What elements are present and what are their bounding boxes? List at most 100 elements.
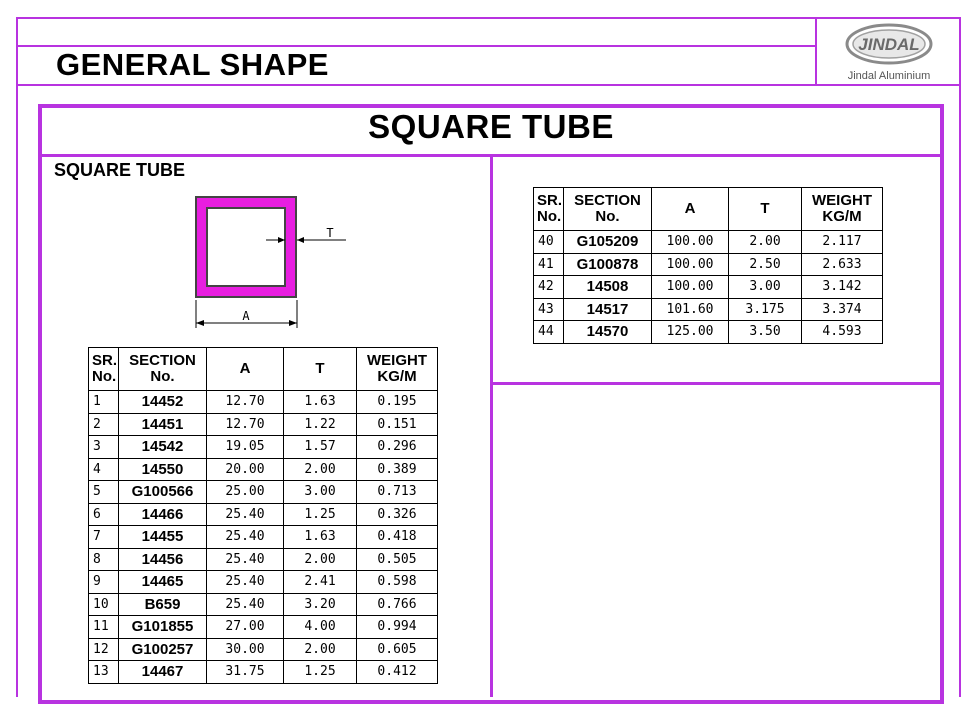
cell-weight: 2.633 — [801, 252, 883, 276]
cell-weight: 0.713 — [356, 480, 438, 504]
cell-t: 2.50 — [728, 252, 802, 276]
cell-a: 20.00 — [206, 457, 284, 481]
cell-section: G100878 — [563, 252, 652, 276]
col-sr-header: SR. No. — [533, 187, 564, 231]
cell-weight: 0.326 — [356, 502, 438, 526]
cell-section: 14455 — [118, 525, 207, 549]
cell-t: 2.00 — [283, 457, 357, 481]
table-row: 5 G100566 25.00 3.00 0.713 — [88, 480, 438, 504]
cell-sr: 3 — [88, 435, 119, 459]
cell-weight: 0.418 — [356, 525, 438, 549]
cell-sr: 9 — [88, 570, 119, 594]
cell-a: 27.00 — [206, 615, 284, 639]
cell-weight: 0.296 — [356, 435, 438, 459]
cell-a: 31.75 — [206, 660, 284, 684]
jindal-logo-icon: JINDAL — [845, 23, 933, 65]
cell-section: 14517 — [563, 297, 652, 321]
page-title: GENERAL SHAPE — [56, 47, 329, 82]
cell-a: 25.00 — [206, 480, 284, 504]
table-row: 8 14456 25.40 2.00 0.505 — [88, 547, 438, 571]
cell-section: 14451 — [118, 412, 207, 436]
cell-sr: 6 — [88, 502, 119, 526]
cell-sr: 10 — [88, 592, 119, 616]
col-sr-sublabel: No. — [92, 368, 117, 385]
table-row: 13 14467 31.75 1.25 0.412 — [88, 660, 438, 684]
cell-t: 1.25 — [283, 502, 357, 526]
right-panel-divider — [490, 382, 942, 385]
cell-sr: 41 — [533, 252, 564, 276]
table-row: 11 G101855 27.00 4.00 0.994 — [88, 615, 438, 639]
cell-weight: 0.605 — [356, 637, 438, 661]
logo-caption: Jindal Aluminium — [847, 70, 931, 82]
cell-section: 14466 — [118, 502, 207, 526]
col-weight-label: WEIGHT — [367, 352, 427, 369]
dim-a-arrow-left — [196, 320, 204, 326]
col-sr-label: SR. — [537, 192, 563, 209]
cell-t: 4.00 — [283, 615, 357, 639]
cell-section: 14542 — [118, 435, 207, 459]
col-t-header: T — [728, 187, 802, 231]
cell-weight: 3.374 — [801, 297, 883, 321]
cell-section: G105209 — [563, 230, 652, 254]
table-row: 4 14550 20.00 2.00 0.389 — [88, 457, 438, 481]
cell-section: G100257 — [118, 637, 207, 661]
cell-a: 30.00 — [206, 637, 284, 661]
table-row: 10 B659 25.40 3.20 0.766 — [88, 592, 438, 616]
cell-weight: 3.142 — [801, 275, 883, 299]
table-row: 12 G100257 30.00 2.00 0.605 — [88, 637, 438, 661]
table-header-row: SR. No. SECTION No. A T WEIGHT KG/M — [88, 347, 438, 391]
cell-t: 1.63 — [283, 390, 357, 414]
cell-sr: 2 — [88, 412, 119, 436]
cell-sr: 12 — [88, 637, 119, 661]
section-table-right: SR. No. SECTION No. A T WEIGHT KG/M 40 G1052… — [533, 187, 883, 344]
cell-weight: 4.593 — [801, 320, 883, 344]
cell-a: 25.40 — [206, 502, 284, 526]
cell-weight: 0.195 — [356, 390, 438, 414]
cell-section: 14508 — [563, 275, 652, 299]
cell-weight: 0.994 — [356, 615, 438, 639]
cell-weight: 0.412 — [356, 660, 438, 684]
table-row: 6 14466 25.40 1.25 0.326 — [88, 502, 438, 526]
cell-sr: 42 — [533, 275, 564, 299]
cell-section: B659 — [118, 592, 207, 616]
table-row: 1 14452 12.70 1.63 0.195 — [88, 390, 438, 414]
dim-t-label: T — [326, 226, 333, 240]
table-header-row: SR. No. SECTION No. A T WEIGHT KG/M — [533, 187, 883, 231]
col-weight-header: WEIGHT KG/M — [356, 347, 438, 391]
dim-a-arrow-right — [289, 320, 297, 326]
col-a-header: A — [206, 347, 284, 391]
section-title: SQUARE TUBE — [368, 108, 614, 145]
cell-t: 2.00 — [283, 547, 357, 571]
cell-section: 14550 — [118, 457, 207, 481]
table-row: 42 14508 100.00 3.00 3.142 — [533, 275, 883, 299]
table-row: 43 14517 101.60 3.175 3.374 — [533, 297, 883, 321]
section-table-left: SR. No. SECTION No. A T WEIGHT KG/M 1 14452 1… — [88, 347, 438, 684]
cell-a: 100.00 — [651, 275, 729, 299]
cell-a: 25.40 — [206, 592, 284, 616]
svg-text:JINDAL: JINDAL — [858, 35, 919, 54]
cell-weight: 2.117 — [801, 230, 883, 254]
cell-sr: 8 — [88, 547, 119, 571]
cell-sr: 43 — [533, 297, 564, 321]
cell-weight: 0.505 — [356, 547, 438, 571]
col-t-header: T — [283, 347, 357, 391]
cell-section: G101855 — [118, 615, 207, 639]
cell-sr: 44 — [533, 320, 564, 344]
section-subtitle: SQUARE TUBE — [54, 160, 186, 180]
cell-t: 1.25 — [283, 660, 357, 684]
cell-section: 14456 — [118, 547, 207, 571]
table-row: 41 G100878 100.00 2.50 2.633 — [533, 252, 883, 276]
table-body: 40 G105209 100.00 2.00 2.117 41 G100878 100.00 2… — [533, 230, 883, 344]
table-row: 40 G105209 100.00 2.00 2.117 — [533, 230, 883, 254]
jindal-logo: JINDAL Jindal Aluminium — [820, 20, 958, 84]
cell-t: 3.20 — [283, 592, 357, 616]
header-rule-bottom — [16, 84, 961, 86]
cell-sr: 11 — [88, 615, 119, 639]
cell-a: 101.60 — [651, 297, 729, 321]
cell-sr: 4 — [88, 457, 119, 481]
cell-sr: 13 — [88, 660, 119, 684]
cell-a: 25.40 — [206, 525, 284, 549]
col-section-sublabel: No. — [150, 368, 175, 385]
col-section-header: SECTION No. — [118, 347, 207, 391]
cell-a: 12.70 — [206, 412, 284, 436]
